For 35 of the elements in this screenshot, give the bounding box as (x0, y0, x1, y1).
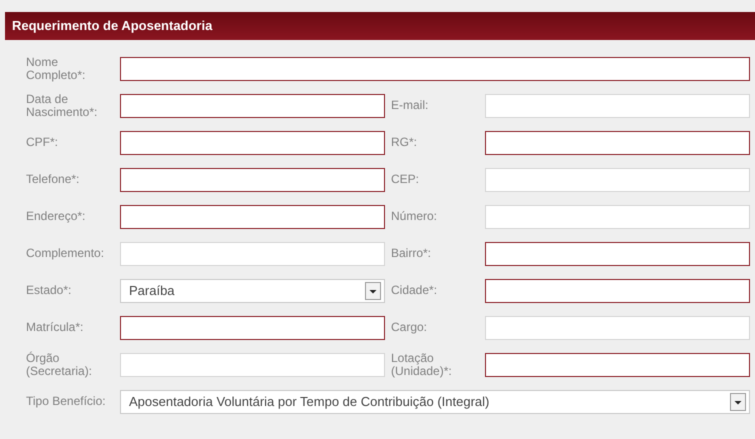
select-field[interactable]: Paraíba (120, 278, 385, 302)
input-field[interactable] (485, 242, 750, 266)
field-label: Data de Nascimento*: (26, 92, 98, 118)
input-field[interactable] (120, 56, 750, 80)
input-field[interactable] (120, 94, 385, 118)
field-label: E-mail: (391, 99, 430, 112)
field-label: Nome Completo*: (26, 56, 86, 82)
field-label: Endereço*: (26, 210, 86, 223)
field-label: CEP: (391, 173, 420, 186)
input-field[interactable] (120, 168, 385, 192)
field-label: Matrícula*: (26, 321, 84, 334)
field-label: Bairro*: (391, 247, 432, 260)
field-label: Lotação (Unidade)*: (391, 352, 453, 378)
input-field[interactable] (120, 130, 385, 154)
input-field[interactable] (485, 278, 750, 302)
field-label: Telefone*: (26, 173, 80, 186)
field-label: RG*: (391, 136, 418, 149)
field-label: Cidade*: (391, 284, 438, 297)
select-value: Aposentadoria Voluntária por Tempo de Contribuição (Integral) (129, 392, 490, 411)
input-field[interactable] (120, 204, 385, 228)
field-label: Tipo Benefício: (26, 395, 107, 408)
field-label: Cargo: (391, 321, 428, 334)
panel-title: Requerimento de Aposentadoria (12, 17, 212, 36)
input-field[interactable] (120, 316, 385, 340)
field-label: Estado*: (26, 284, 72, 297)
caret-icon (365, 282, 381, 300)
field-label: CPF*: (26, 136, 60, 149)
field-label: Número: (391, 210, 438, 223)
field-label: Órgão (Secretaria): (26, 352, 94, 378)
field-label: Complemento: (26, 247, 106, 260)
caret-icon (730, 392, 746, 410)
select-field[interactable]: Aposentadoria Voluntária por Tempo de Contribuição (Integral) (120, 390, 750, 414)
input-field[interactable] (485, 130, 750, 154)
input-field[interactable] (485, 352, 750, 376)
select-value: Paraíba (129, 282, 175, 300)
